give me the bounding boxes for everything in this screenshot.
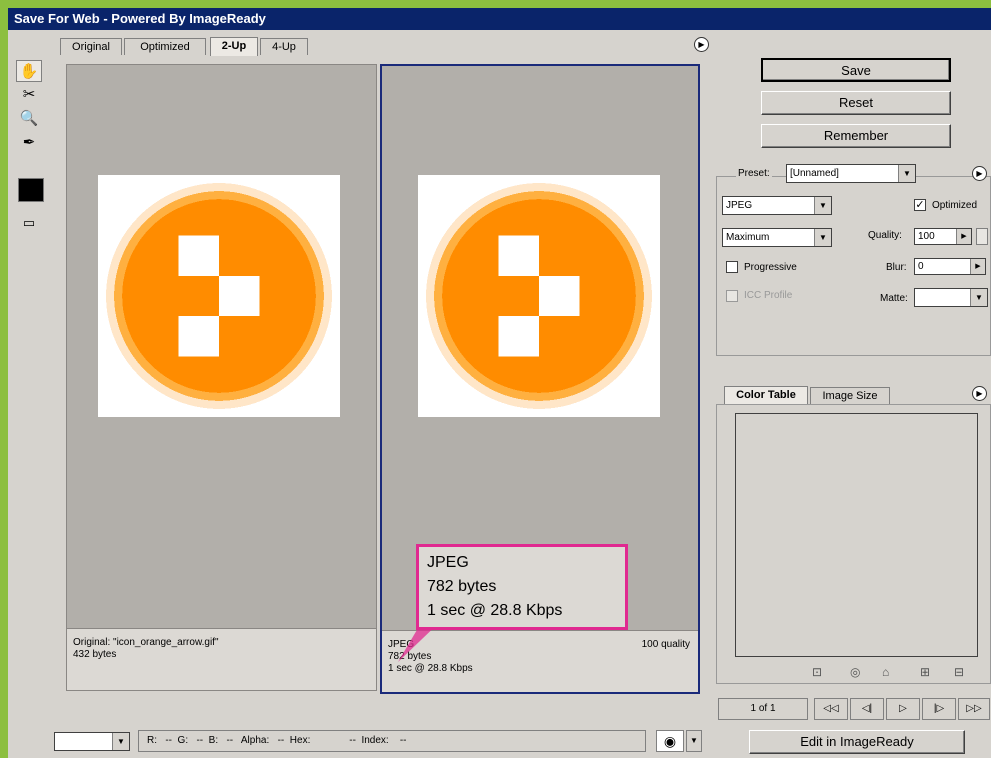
trash-icon[interactable]: ⌂ <box>882 665 889 679</box>
first-frame-button[interactable]: ◁◁ <box>814 698 848 720</box>
next-frame-button[interactable]: |▷ <box>922 698 956 720</box>
save-button[interactable]: Save <box>761 58 951 82</box>
color-table-area[interactable] <box>735 413 978 657</box>
quality-mask-icon[interactable] <box>976 228 988 245</box>
optimized-image <box>418 175 660 417</box>
delete-color-icon[interactable]: ⊟ <box>954 665 964 679</box>
blur-field[interactable]: 0 ▶ <box>914 258 986 275</box>
hand-tool-icon[interactable]: ✋ <box>16 60 42 82</box>
format-select[interactable]: JPEG ▼ <box>722 196 832 215</box>
preset-label: Preset: <box>736 168 772 179</box>
original-filename: Original: "icon_orange_arrow.gif" <box>73 637 219 648</box>
slice-select-tool-icon[interactable]: ✂ <box>16 84 42 106</box>
blur-label: Blur: <box>886 262 907 273</box>
optimized-label: Optimized <box>932 200 978 211</box>
browser-menu-chevron-icon[interactable]: ▼ <box>686 730 702 752</box>
quality-preset-select[interactable]: Maximum ▼ <box>722 228 832 247</box>
play-button[interactable]: ▷ <box>886 698 920 720</box>
quality-field[interactable]: 100 ▶ <box>914 228 972 245</box>
info-callout: JPEG 782 bytes 1 sec @ 28.8 Kbps <box>416 544 628 630</box>
matte-label: Matte: <box>880 293 908 304</box>
zoom-tool-icon[interactable]: 🔍 <box>16 108 42 130</box>
tab-image-size[interactable]: Image Size <box>810 387 890 404</box>
eyedropper-color-well[interactable] <box>18 178 44 202</box>
progressive-label: Progressive <box>744 262 797 273</box>
chevron-down-icon: ▼ <box>112 733 129 750</box>
browser-preview-icon[interactable]: ◉ <box>656 730 684 752</box>
settings-menu-arrow-icon[interactable]: ▶ <box>972 166 987 181</box>
tab-optimized[interactable]: Optimized <box>124 38 206 55</box>
web-shift-icon[interactable]: ⊡ <box>812 665 822 679</box>
chevron-down-icon: ▼ <box>970 289 987 306</box>
tab-color-table[interactable]: Color Table <box>724 386 808 405</box>
progressive-checkbox[interactable] <box>726 261 738 273</box>
callout-format: JPEG <box>427 554 469 571</box>
toggle-slices-icon[interactable]: ▭ <box>16 212 42 234</box>
optimized-time: 1 sec @ 28.8 Kbps <box>388 663 473 674</box>
edit-in-imageready-button[interactable]: Edit in ImageReady <box>749 730 965 754</box>
view-menu-arrow-icon[interactable]: ▶ <box>694 37 709 52</box>
remember-button[interactable]: Remember <box>761 124 951 148</box>
quality-slider-arrow-icon[interactable]: ▶ <box>956 229 971 244</box>
save-for-web-window: Save For Web - Powered By ImageReady Ori… <box>8 8 991 758</box>
tab-4-up[interactable]: 4-Up <box>260 38 308 55</box>
optimized-checkbox[interactable]: ✓ <box>914 199 926 211</box>
icc-profile-label: ICC Profile <box>744 290 793 301</box>
original-image <box>98 175 340 417</box>
reset-button[interactable]: Reset <box>761 91 951 115</box>
blur-slider-arrow-icon[interactable]: ▶ <box>970 259 985 274</box>
icc-profile-checkbox <box>726 290 738 302</box>
prev-frame-button[interactable]: ◁| <box>850 698 884 720</box>
tab-original[interactable]: Original <box>60 38 122 55</box>
chevron-down-icon: ▼ <box>814 229 831 246</box>
lock-icon[interactable]: ◎ <box>850 665 860 679</box>
original-size: 432 bytes <box>73 649 117 660</box>
new-color-icon[interactable]: ⊞ <box>920 665 930 679</box>
quality-label: Quality: <box>868 230 902 241</box>
matte-select[interactable]: ▼ <box>914 288 988 307</box>
callout-size: 782 bytes <box>427 578 497 595</box>
color-info-statusbar: R: -- G: -- B: -- Alpha: -- Hex: -- Inde… <box>138 730 646 752</box>
callout-time: 1 sec @ 28.8 Kbps <box>427 602 563 619</box>
preset-select[interactable]: [Unnamed] ▼ <box>786 164 916 183</box>
eyedropper-tool-icon[interactable]: ✒ <box>16 132 42 154</box>
color-table-menu-arrow-icon[interactable]: ▶ <box>972 386 987 401</box>
original-info: Original: "icon_orange_arrow.gif" 432 by… <box>67 628 376 690</box>
chevron-down-icon: ▼ <box>898 165 915 182</box>
window-title: Save For Web - Powered By ImageReady <box>8 8 991 30</box>
last-frame-button[interactable]: ▷▷ <box>958 698 990 720</box>
page-indicator: 1 of 1 <box>718 698 808 720</box>
tab-2-up[interactable]: 2-Up <box>210 37 258 56</box>
zoom-select[interactable]: ▼ <box>54 732 130 751</box>
optimized-quality: 100 quality <box>641 639 690 650</box>
chevron-down-icon: ▼ <box>814 197 831 214</box>
